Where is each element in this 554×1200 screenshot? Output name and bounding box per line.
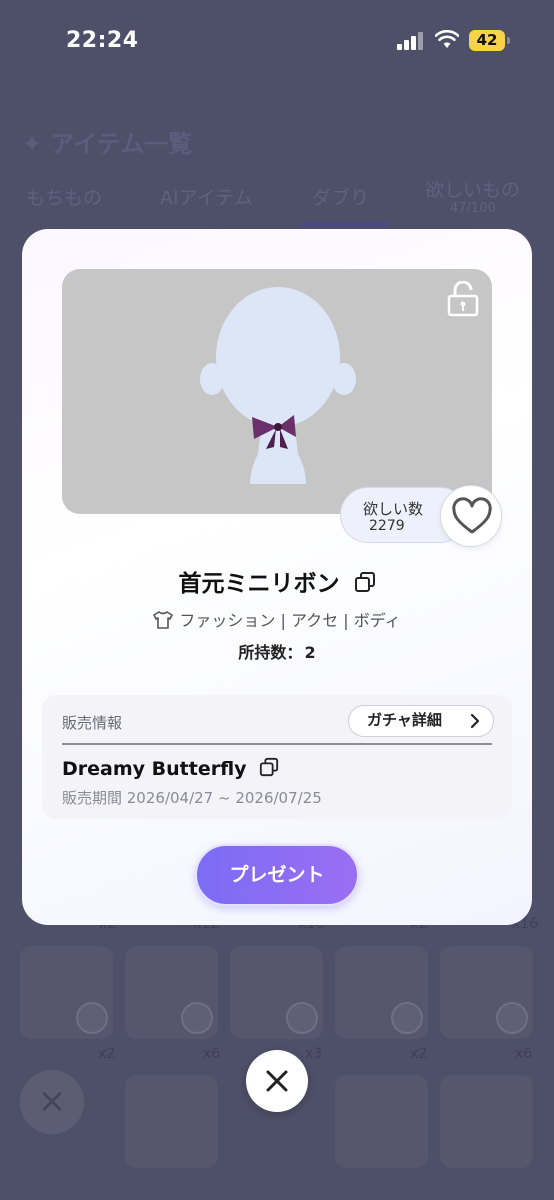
category-text: ファッション | アクセ | ボディ <box>179 611 401 630</box>
item-preview <box>62 269 492 514</box>
item-card[interactable] <box>20 946 113 1039</box>
tab-wishlist[interactable]: 欲しいもの <box>425 175 520 202</box>
lock-icon <box>391 1002 423 1034</box>
item-card[interactable] <box>125 946 218 1039</box>
item-count: x2 <box>98 1046 116 1062</box>
page-title: ✦ アイテム一覧 <box>22 130 193 158</box>
item-card[interactable] <box>440 946 533 1039</box>
lock-icon <box>496 1002 528 1034</box>
wifi-icon <box>435 30 459 48</box>
item-count: x6 <box>203 1046 221 1062</box>
tab-duplicates[interactable]: ダブり <box>312 183 369 210</box>
background-close-icon: × <box>20 1070 84 1134</box>
item-card[interactable] <box>125 1075 218 1168</box>
heart-icon <box>452 497 492 534</box>
present-button[interactable]: プレゼント <box>195 844 359 906</box>
item-card[interactable] <box>440 1075 533 1168</box>
sales-period: 販売期間 2026/04/27 ~ 2026/07/25 <box>62 789 322 807</box>
tab-belongings[interactable]: もちもの <box>26 183 102 210</box>
battery-tip <box>507 37 510 44</box>
item-name-row: 首元ミニリボン <box>22 564 532 598</box>
gacha-details-label: ガチャ詳細 <box>367 711 442 729</box>
item-detail-modal: 欲しい数 2279 首元ミニリボン ファッション | アクセ | ボディ 所持数… <box>22 229 532 925</box>
active-tab-indicator <box>300 222 388 227</box>
owned-count-value: 2 <box>304 643 316 662</box>
lock-icon <box>76 1002 108 1034</box>
chevron-right-icon <box>470 713 480 729</box>
copy-icon[interactable] <box>259 757 279 777</box>
sales-info-label: 販売情報 <box>62 714 123 732</box>
cellular-signal-icon <box>397 32 423 50</box>
tab-ai-items[interactable]: AIアイテム <box>160 183 253 210</box>
gacha-name-row: Dreamy Butterfly <box>62 757 279 780</box>
gacha-details-button[interactable]: ガチャ詳細 <box>348 705 494 737</box>
item-card[interactable] <box>230 946 323 1039</box>
status-bar: 22:24 42 <box>0 0 554 80</box>
owned-count-label: 所持数： <box>238 643 303 662</box>
unlock-icon[interactable] <box>446 281 480 317</box>
item-card[interactable] <box>335 946 428 1039</box>
category-row: ファッション | アクセ | ボディ <box>22 607 532 631</box>
close-icon <box>266 1070 288 1092</box>
item-count: x2 <box>410 1046 428 1062</box>
shirt-icon <box>153 611 174 629</box>
avatar-preview-image <box>200 287 356 484</box>
wish-count-value: 2279 <box>369 518 405 534</box>
status-time: 22:24 <box>66 28 139 53</box>
lock-icon <box>181 1002 213 1034</box>
sales-info-panel: 販売情報 ガチャ詳細 Dreamy Butterfly 販売期間 2026/04… <box>42 695 512 819</box>
owned-count-row: 所持数： 2 <box>22 639 532 663</box>
gacha-name: Dreamy Butterfly <box>62 758 247 780</box>
battery-icon: 42 <box>469 30 505 51</box>
item-name: 首元ミニリボン <box>178 571 340 597</box>
wishlist-count: 47/100 <box>450 201 496 216</box>
item-card[interactable] <box>335 1075 428 1168</box>
wish-count-label: 欲しい数 <box>363 500 424 518</box>
wish-heart-button[interactable] <box>440 485 502 547</box>
item-count: x6 <box>515 1046 533 1062</box>
lock-icon <box>286 1002 318 1034</box>
copy-icon[interactable] <box>354 571 376 593</box>
divider <box>62 743 492 745</box>
close-button[interactable] <box>246 1050 308 1112</box>
